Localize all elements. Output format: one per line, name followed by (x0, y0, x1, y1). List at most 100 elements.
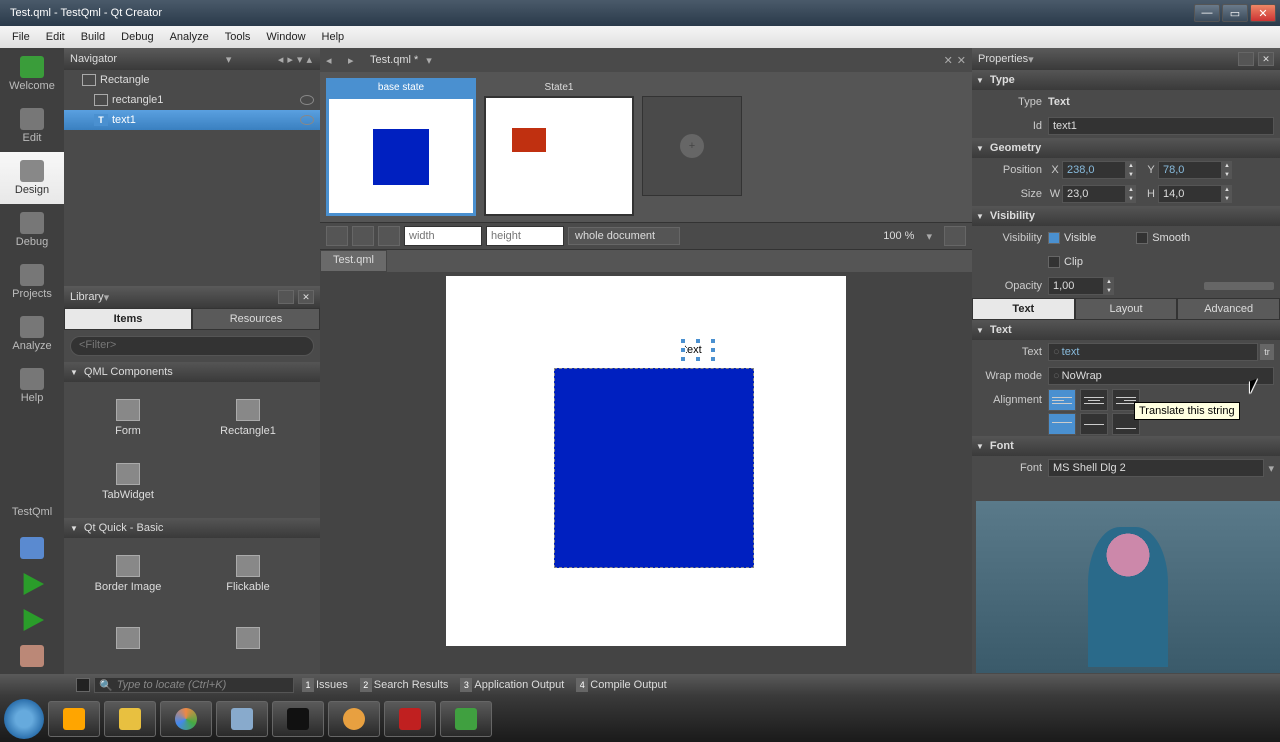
ctb-reset-button[interactable] (944, 226, 966, 246)
nav-back-icon[interactable]: ◂ (278, 53, 284, 66)
menu-edit[interactable]: Edit (38, 29, 73, 45)
lib-item-4[interactable] (188, 606, 308, 670)
nav-item-rectangle[interactable]: Rectangle (64, 70, 320, 90)
kit-selector[interactable]: TestQml (0, 494, 64, 530)
opacity-input[interactable]: 1,00 (1048, 277, 1104, 295)
menu-help[interactable]: Help (314, 29, 353, 45)
library-filter-input[interactable]: <Filter> (70, 336, 314, 356)
lib-item-flickable[interactable]: Flickable (188, 542, 308, 606)
mode-analyze[interactable]: Analyze (0, 308, 64, 360)
menu-file[interactable]: File (4, 29, 38, 45)
task-mediaplayer[interactable] (48, 701, 100, 737)
canvas-root[interactable]: text (446, 276, 846, 646)
target-button[interactable] (0, 530, 64, 566)
text-input[interactable]: ○text (1048, 343, 1258, 361)
visible-checkbox[interactable] (1048, 232, 1060, 244)
canvas-tab-file[interactable]: Test.qml (320, 250, 387, 272)
props-close-button[interactable]: ✕ (1258, 52, 1274, 66)
menu-tools[interactable]: Tools (217, 29, 259, 45)
nav-down-icon[interactable]: ▾ (297, 53, 303, 66)
visibility-icon[interactable] (300, 115, 314, 125)
prop-tab-layout[interactable]: Layout (1075, 298, 1178, 320)
locator-input[interactable]: 🔍Type to locate (Ctrl+K) (94, 677, 294, 693)
mode-edit[interactable]: Edit (0, 100, 64, 152)
lib-item-form[interactable]: Form (68, 386, 188, 450)
canvas-height-input[interactable] (486, 226, 564, 246)
build-button[interactable] (0, 638, 64, 674)
translate-button[interactable]: tr (1260, 344, 1274, 360)
close-button[interactable]: ✕ (1250, 4, 1276, 22)
lib-item-3[interactable] (68, 606, 188, 670)
lib-section-qtquick[interactable]: ▼Qt Quick - Basic (64, 518, 320, 538)
navigator-dropdown-icon[interactable]: ▾ (226, 53, 236, 66)
sec-visibility[interactable]: ▼Visibility (972, 206, 1280, 226)
lib-section-qml[interactable]: ▼QML Components (64, 362, 320, 382)
smooth-checkbox[interactable] (1136, 232, 1148, 244)
canvas-rectangle1[interactable] (554, 368, 754, 568)
library-close-button[interactable]: ✕ (298, 290, 314, 304)
sec-type[interactable]: ▼Type (972, 70, 1280, 90)
sec-font[interactable]: ▼Font (972, 436, 1280, 456)
output-tab-compile[interactable]: 4Compile Output (572, 678, 670, 692)
mode-projects[interactable]: Projects (0, 256, 64, 308)
output-tab-search[interactable]: 2Search Results (356, 678, 453, 692)
output-tab-issues[interactable]: 1Issues (298, 678, 352, 692)
library-dropdown-icon[interactable]: ▾ (104, 291, 114, 304)
visibility-icon[interactable] (300, 95, 314, 105)
size-h-input[interactable]: 14,0 (1158, 185, 1222, 203)
task-pdf[interactable] (384, 701, 436, 737)
props-split-button[interactable] (1238, 52, 1254, 66)
canvas-text1[interactable]: text (684, 342, 712, 358)
states-pin-icon[interactable]: ✕ (944, 54, 953, 67)
output-tab-appout[interactable]: 3Application Output (456, 678, 568, 692)
ctb-snap-button[interactable] (352, 226, 374, 246)
lib-item-tabwidget[interactable]: TabWidget (68, 450, 188, 514)
library-tab-resources[interactable]: Resources (192, 308, 320, 330)
state-state1[interactable]: State1 (484, 78, 634, 216)
clip-checkbox[interactable] (1048, 256, 1060, 268)
add-state-button[interactable]: + (642, 96, 742, 196)
canvas-scope-select[interactable]: whole document (568, 227, 680, 245)
states-close-icon[interactable]: ✕ (957, 54, 966, 67)
states-fwd-icon[interactable]: ▸ (348, 54, 362, 67)
font-select[interactable]: MS Shell Dlg 2 (1048, 459, 1264, 477)
opacity-slider[interactable] (1204, 282, 1274, 290)
minimize-button[interactable]: — (1194, 4, 1220, 22)
task-terminal[interactable] (272, 701, 324, 737)
menu-window[interactable]: Window (258, 29, 313, 45)
id-input[interactable]: text1 (1048, 117, 1274, 135)
mode-help[interactable]: Help (0, 360, 64, 412)
task-explorer[interactable] (104, 701, 156, 737)
pos-y-input[interactable]: 78,0 (1158, 161, 1222, 179)
ctb-anchor-button[interactable] (326, 226, 348, 246)
size-w-input[interactable]: 23,0 (1062, 185, 1126, 203)
nav-fwd-icon[interactable]: ▸ (287, 53, 293, 66)
prop-tab-text[interactable]: Text (972, 298, 1075, 320)
nav-item-rectangle1[interactable]: rectangle1 (64, 90, 320, 110)
locator-toggle-button[interactable] (76, 678, 90, 692)
lib-item-borderimage[interactable]: Border Image (68, 542, 188, 606)
align-left-button[interactable] (1048, 389, 1076, 411)
task-notes[interactable] (216, 701, 268, 737)
ctb-bound-button[interactable] (378, 226, 400, 246)
sec-text[interactable]: ▼Text (972, 320, 1280, 340)
task-chrome[interactable] (160, 701, 212, 737)
task-browser[interactable] (328, 701, 380, 737)
lib-item-rectangle1[interactable]: Rectangle1 (188, 386, 308, 450)
start-button[interactable] (4, 699, 44, 739)
align-center-button[interactable] (1080, 389, 1108, 411)
debug-run-button[interactable] (0, 602, 64, 638)
states-file[interactable]: Test.qml * (370, 54, 418, 66)
menu-debug[interactable]: Debug (113, 29, 161, 45)
mode-welcome[interactable]: Welcome (0, 48, 64, 100)
mode-design[interactable]: Design (0, 152, 64, 204)
canvas-width-input[interactable] (404, 226, 482, 246)
canvas-area[interactable]: text (320, 272, 972, 674)
mode-debug[interactable]: Debug (0, 204, 64, 256)
run-button[interactable] (0, 566, 64, 602)
maximize-button[interactable]: ▭ (1222, 4, 1248, 22)
task-qtcreator[interactable] (440, 701, 492, 737)
menu-analyze[interactable]: Analyze (162, 29, 217, 45)
menu-build[interactable]: Build (73, 29, 113, 45)
pos-x-input[interactable]: 238,0 (1062, 161, 1126, 179)
